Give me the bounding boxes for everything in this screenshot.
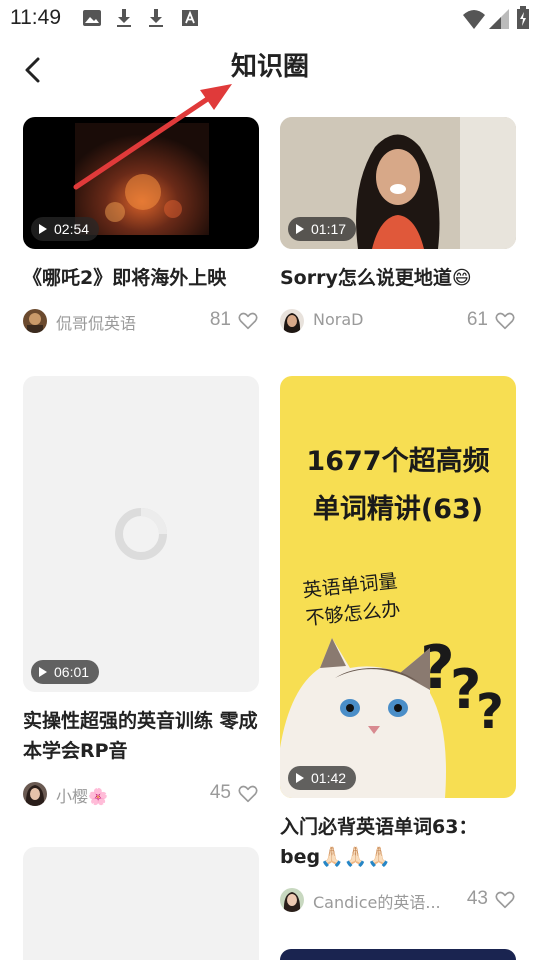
video-thumbnail[interactable]: 01:17 [280,117,516,249]
font-a-icon [182,10,198,26]
duration-label: 01:17 [311,221,347,237]
battery-icon [517,6,529,29]
card-meta: NoraD 61 [280,307,516,335]
poster-line: 1677个超高频 [306,446,490,477]
duration-label: 02:54 [54,221,90,237]
page-title: 知识圈 [230,52,309,82]
wifi-icon [463,10,485,29]
duration-label: 06:01 [54,664,90,680]
like-count: 43 [466,888,488,909]
play-icon [39,667,47,677]
video-title[interactable]: 入门必背英语单词63：beg🙏🏻🙏🏻🙏🏻 [280,812,516,872]
video-card[interactable]: 02:54 《哪吒2》即将海外上映 侃哥侃英语 81 [23,117,259,335]
card-meta: 侃哥侃英语 81 [23,307,259,335]
download-icon [149,9,163,27]
video-duration: 01:17 [288,217,357,241]
poster-headline: 1677个超高频 单词精讲(63) [280,438,516,534]
status-time: 11:49 [10,6,61,29]
gallery-icon [83,10,101,26]
download-icon [117,9,131,27]
video-thumbnail[interactable]: 1677个超高频 单词精讲(63) 英语单词量 不够怎么办 ? ? ? 01:4… [280,376,516,798]
avatar[interactable] [23,309,47,333]
status-bar: 11:49 [0,0,540,36]
like-count: 61 [466,309,488,330]
author-name[interactable]: Candice的英语... [313,889,441,913]
author-name[interactable]: 小樱🌸 [56,783,108,807]
heart-icon[interactable] [494,310,516,332]
video-card[interactable]: 06:01 实操性超强的英音训练 零成本学会RP音 小樱🌸 45 [23,376,259,808]
video-duration: 01:42 [288,766,357,790]
video-thumbnail[interactable] [280,949,516,960]
heart-icon[interactable] [494,889,516,911]
heart-icon[interactable] [237,310,259,332]
loading-spinner-icon [115,508,167,560]
video-card[interactable]: 01:17 Sorry怎么说更地道😄 NoraD 61 [280,117,516,335]
avatar[interactable] [280,309,304,333]
signal-icon [489,9,509,29]
avatar[interactable] [280,888,304,912]
title-bar: 知识圈 [0,36,540,102]
duration-label: 01:42 [311,770,347,786]
play-icon [296,224,304,234]
poster-line: 单词精讲(63) [312,494,484,525]
play-icon [296,773,304,783]
like-count: 45 [209,782,231,803]
video-title[interactable]: Sorry怎么说更地道😄 [280,263,516,293]
author-name[interactable]: 侃哥侃英语 [56,310,136,334]
video-thumbnail[interactable] [23,847,259,960]
svg-text:?: ? [476,684,504,740]
video-duration: 06:01 [31,660,100,684]
play-icon [39,224,47,234]
card-meta: Candice的英语... 43 [280,886,516,914]
video-title[interactable]: 实操性超强的英音训练 零成本学会RP音 [23,706,259,766]
avatar[interactable] [23,782,47,806]
heart-icon[interactable] [237,783,259,805]
like-count: 81 [209,309,231,330]
video-title[interactable]: 《哪吒2》即将海外上映 [23,263,259,293]
video-card[interactable]: 1677个超高频 单词精讲(63) 英语单词量 不够怎么办 ? ? ? 01:4… [280,376,516,914]
video-duration: 02:54 [31,217,100,241]
card-meta: 小樱🌸 45 [23,780,259,808]
video-thumbnail[interactable]: 06:01 [23,376,259,692]
video-thumbnail[interactable]: 02:54 [23,117,259,249]
author-name[interactable]: NoraD [313,310,363,329]
